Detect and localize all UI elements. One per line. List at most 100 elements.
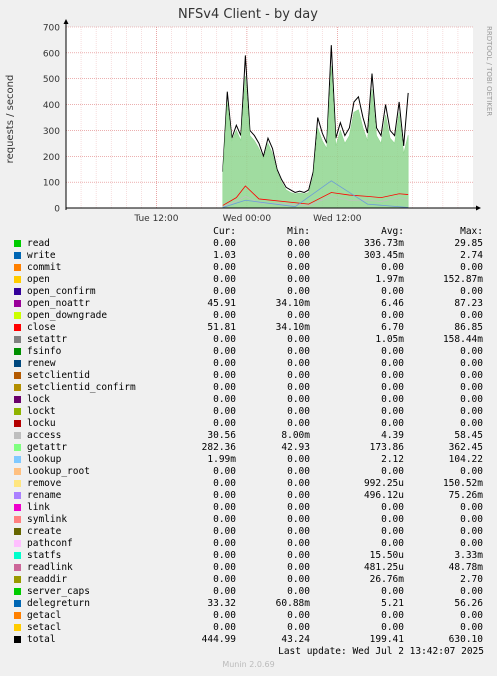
legend-name: server_caps <box>27 586 90 597</box>
legend-min: 0.00 <box>287 346 310 357</box>
legend-swatch <box>14 240 21 247</box>
legend-avg: 0.00 <box>381 514 404 525</box>
legend-row-getattr: getattr 282.36 42.93 173.86 362.45 <box>12 442 484 454</box>
legend-row-setclientid: setclientid 0.00 0.00 0.00 0.00 <box>12 370 484 382</box>
legend-name: lookup <box>27 454 62 465</box>
legend-row-setacl: setacl 0.00 0.00 0.00 0.00 <box>12 622 484 634</box>
legend-row-pathconf: pathconf 0.00 0.00 0.00 0.00 <box>12 538 484 550</box>
legend-name: symlink <box>27 514 68 525</box>
legend-max: 0.00 <box>460 382 483 393</box>
legend-swatch <box>14 528 21 535</box>
legend-swatch <box>14 516 21 523</box>
legend-swatch <box>14 372 21 379</box>
legend-min: 0.00 <box>287 538 310 549</box>
legend-max: 0.00 <box>460 262 483 273</box>
legend-avg: 0.00 <box>381 418 404 429</box>
legend-row-commit: commit 0.00 0.00 0.00 0.00 <box>12 262 484 274</box>
legend-avg: 0.00 <box>381 586 404 597</box>
legend-swatch <box>14 324 21 331</box>
legend-max: 0.00 <box>460 310 483 321</box>
legend-header: Cur: Min: Avg: Max: <box>12 226 484 238</box>
legend-min: 0.00 <box>287 478 310 489</box>
legend-name: readdir <box>27 574 68 585</box>
header-min: Min: <box>287 226 310 237</box>
chart: NFSv4 Client - by day requests / second … <box>5 7 493 224</box>
legend-row-lookup: lookup 1.99m 0.00 2.12 104.22 <box>12 454 484 466</box>
legend-max: 3.33m <box>454 550 483 561</box>
legend-swatch <box>14 360 21 367</box>
rrdtool-watermark: RRDTOOL / TOBI OETIKER <box>485 26 493 116</box>
last-update: Last update: Wed Jul 2 13:42:07 2025 <box>278 646 484 657</box>
y-tick-label: 200 <box>43 153 60 163</box>
legend-name: getacl <box>27 610 62 621</box>
legend-row-rename: rename 0.00 0.00 496.12u 75.26m <box>12 490 484 502</box>
legend-name: open_noattr <box>27 298 90 309</box>
legend-max: 0.00 <box>460 538 483 549</box>
y-tick-label: 700 <box>43 24 60 34</box>
legend-max: 362.45 <box>448 442 483 453</box>
legend-max: 29.85 <box>454 238 483 249</box>
legend-row-lock: lock 0.00 0.00 0.00 0.00 <box>12 394 484 406</box>
legend-max: 0.00 <box>460 358 483 369</box>
legend-row-delegreturn: delegreturn 33.32 60.88m 5.21 56.26 <box>12 598 484 610</box>
legend-swatch <box>14 588 21 595</box>
legend-min: 0.00 <box>287 610 310 621</box>
legend-row-write: write 1.03 0.00 303.45m 2.74 <box>12 250 484 262</box>
header-avg: Avg: <box>381 226 404 237</box>
legend-row-getacl: getacl 0.00 0.00 0.00 0.00 <box>12 610 484 622</box>
legend-row-create: create 0.00 0.00 0.00 0.00 <box>12 526 484 538</box>
y-tick-label: 500 <box>43 75 60 85</box>
legend-min: 0.00 <box>287 250 310 261</box>
legend-name: setacl <box>27 622 62 633</box>
y-tick-label: 600 <box>43 49 60 59</box>
legend-min: 0.00 <box>287 358 310 369</box>
legend-max: 0.00 <box>460 514 483 525</box>
legend-avg: 2.12 <box>381 454 404 465</box>
legend-min: 0.00 <box>287 418 310 429</box>
legend-name: link <box>27 502 50 513</box>
legend-name: rename <box>27 490 62 501</box>
legend-swatch <box>14 300 21 307</box>
legend-swatch <box>14 492 21 499</box>
y-tick-label: 100 <box>43 179 60 189</box>
legend-row-statfs: statfs 0.00 0.00 15.50u 3.33m <box>12 550 484 562</box>
legend-avg: 0.00 <box>381 346 404 357</box>
legend-max: 0.00 <box>460 586 483 597</box>
legend-min: 8.00m <box>281 430 310 441</box>
legend-swatch <box>14 408 21 415</box>
legend-swatch <box>14 348 21 355</box>
legend-row-read: read 0.00 0.00 336.73m 29.85 <box>12 238 484 250</box>
legend-name: lookup_root <box>27 466 90 477</box>
chart-title: NFSv4 Client - by day <box>178 7 318 22</box>
legend-row-link: link 0.00 0.00 0.00 0.00 <box>12 502 484 514</box>
legend-min: 0.00 <box>287 514 310 525</box>
legend-name: create <box>27 526 62 537</box>
legend-name: lockt <box>27 406 56 417</box>
legend-avg: 5.21 <box>381 598 404 609</box>
legend-avg: 0.00 <box>381 370 404 381</box>
legend-row-fsinfo: fsinfo 0.00 0.00 0.00 0.00 <box>12 346 484 358</box>
legend-name: open_confirm <box>27 286 96 297</box>
legend-max: 0.00 <box>460 418 483 429</box>
legend-swatch <box>14 276 21 283</box>
y-axis-label: requests / second <box>5 75 16 164</box>
legend-max: 0.00 <box>460 466 483 477</box>
legend-avg: 0.00 <box>381 262 404 273</box>
header-max: Max: <box>460 226 483 237</box>
legend-row-lookup-root: lookup_root 0.00 0.00 0.00 0.00 <box>12 466 484 478</box>
legend-avg: 26.76m <box>369 574 404 585</box>
legend-row-symlink: symlink 0.00 0.00 0.00 0.00 <box>12 514 484 526</box>
legend-swatch <box>14 264 21 271</box>
legend-name: readlink <box>27 562 73 573</box>
legend-swatch <box>14 384 21 391</box>
legend-avg: 0.00 <box>381 394 404 405</box>
legend-name: statfs <box>27 550 62 561</box>
legend-row-server-caps: server_caps 0.00 0.00 0.00 0.00 <box>12 586 484 598</box>
legend-avg: 0.00 <box>381 538 404 549</box>
legend-row-open-confirm: open_confirm 0.00 0.00 0.00 0.00 <box>12 286 484 298</box>
legend-avg: 1.97m <box>375 274 404 285</box>
legend-avg: 336.73m <box>363 238 404 249</box>
legend-max: 104.22 <box>448 454 483 465</box>
legend-min: 0.00 <box>287 238 310 249</box>
legend-min: 0.00 <box>287 562 310 573</box>
